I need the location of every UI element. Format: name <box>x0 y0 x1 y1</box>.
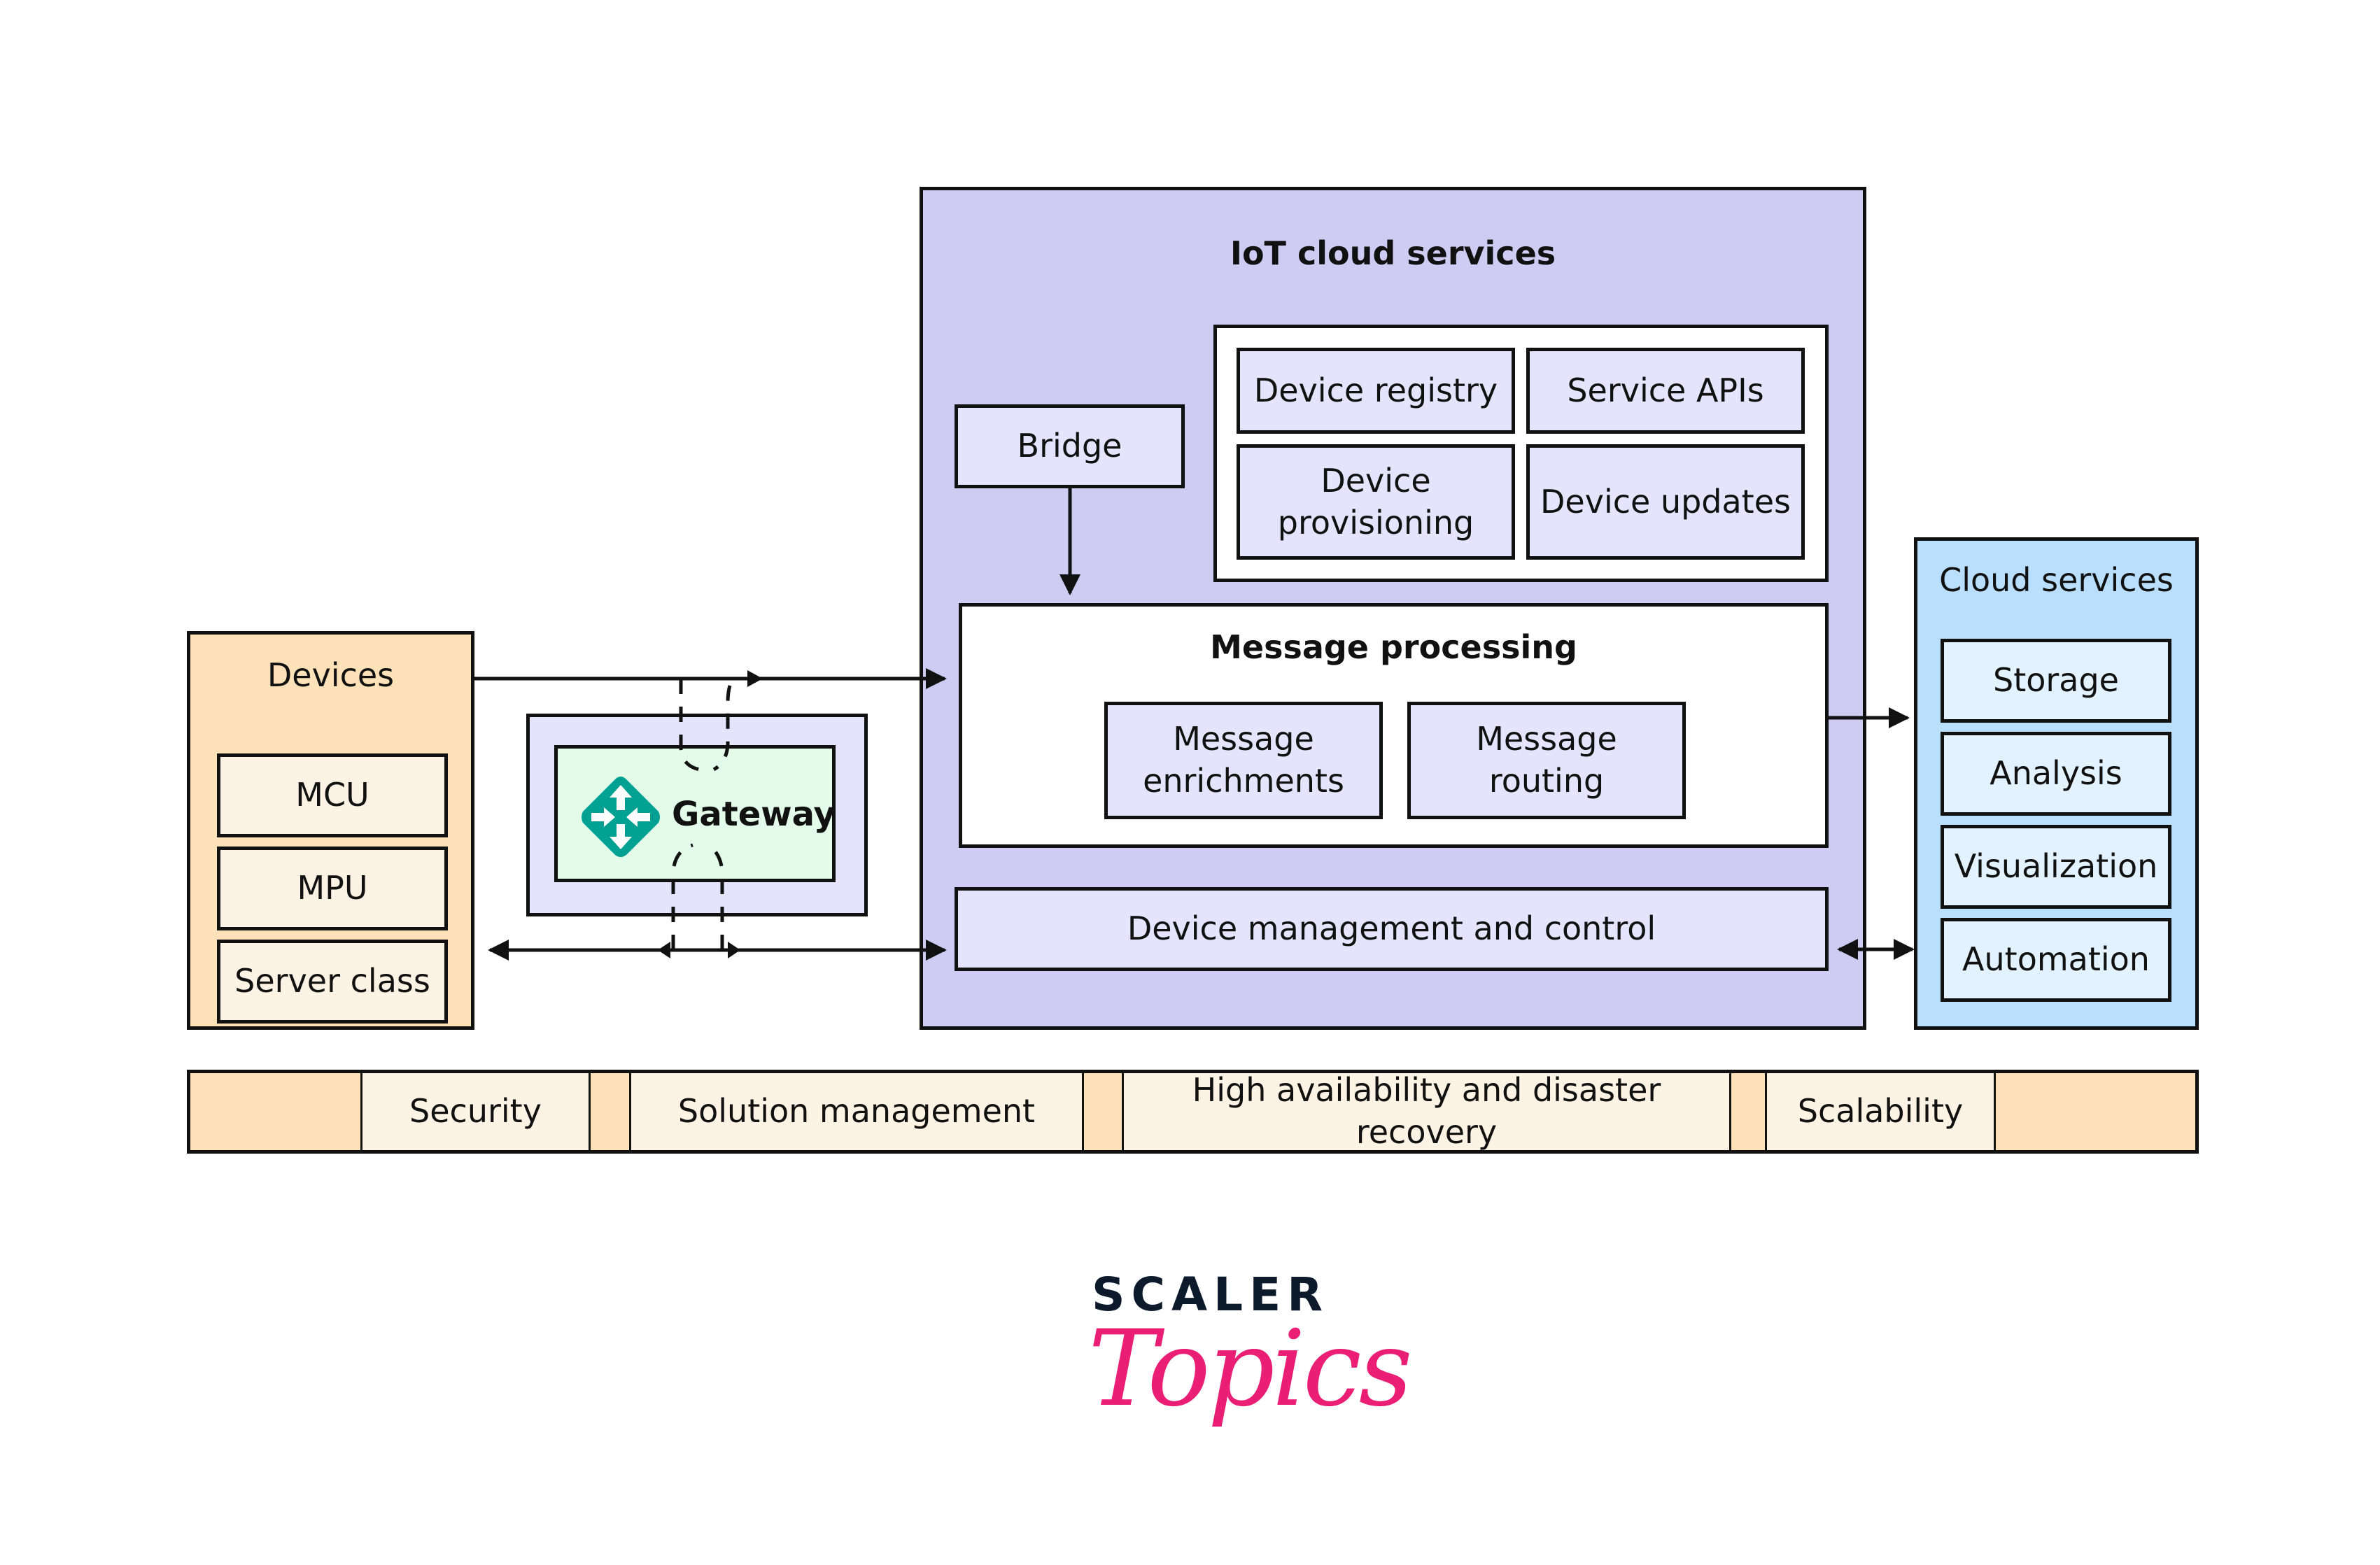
cloud-item-analysis[interactable]: Analysis <box>1941 732 2171 816</box>
gateway-label: Gateway <box>672 795 836 834</box>
gateway-arrows-icon <box>582 777 660 857</box>
devices-title: Devices <box>267 656 395 694</box>
message-routing-node[interactable]: Message routing <box>1407 702 1686 819</box>
cloud-item-automation[interactable]: Automation <box>1941 918 2171 1002</box>
message-processing-title: Message processing <box>1210 628 1577 666</box>
cloud-item-storage[interactable]: Storage <box>1941 639 2171 723</box>
crosscutting-solution-management[interactable]: Solution management <box>629 1070 1084 1154</box>
bridge-node[interactable]: Bridge <box>955 404 1185 488</box>
arrow-mid-head-top <box>747 670 763 687</box>
device-provisioning-node[interactable]: Device provisioning <box>1237 444 1515 560</box>
device-item-mpu[interactable]: MPU <box>217 847 448 930</box>
cloud-item-visualization[interactable]: Visualization <box>1941 825 2171 909</box>
crosscutting-high-availability[interactable]: High availability and disaster recovery <box>1122 1070 1731 1154</box>
iot-cloud-title: IoT cloud services <box>1230 234 1556 272</box>
device-updates-node[interactable]: Device updates <box>1526 444 1805 560</box>
crosscutting-security[interactable]: Security <box>360 1070 591 1154</box>
message-enrichments-node[interactable]: Message enrichments <box>1104 702 1383 819</box>
arrow-mid-head-right <box>728 942 740 958</box>
crosscutting-scalability[interactable]: Scalability <box>1765 1070 1996 1154</box>
gateway-node[interactable]: Gateway <box>554 745 836 882</box>
cloud-services-title: Cloud services <box>1939 561 2174 599</box>
device-item-server-class[interactable]: Server class <box>217 940 448 1024</box>
logo-topics-text: Topics <box>1088 1308 1413 1430</box>
management-services-group: Device registry Service APIs Device prov… <box>1213 325 1829 582</box>
service-apis-node[interactable]: Service APIs <box>1526 348 1805 434</box>
devices-panel: Devices MCU MPU Server class <box>187 631 474 1030</box>
arrow-mid-head-left <box>658 942 670 958</box>
crosscutting-bar: Security Solution management High availa… <box>187 1070 2199 1154</box>
message-processing-panel: Message processing Message enrichments M… <box>959 603 1829 848</box>
device-item-mcu[interactable]: MCU <box>217 753 448 837</box>
device-registry-node[interactable]: Device registry <box>1237 348 1515 434</box>
cloud-services-panel: Cloud services Storage Analysis Visualiz… <box>1914 537 2199 1030</box>
device-management-node[interactable]: Device management and control <box>955 887 1829 971</box>
